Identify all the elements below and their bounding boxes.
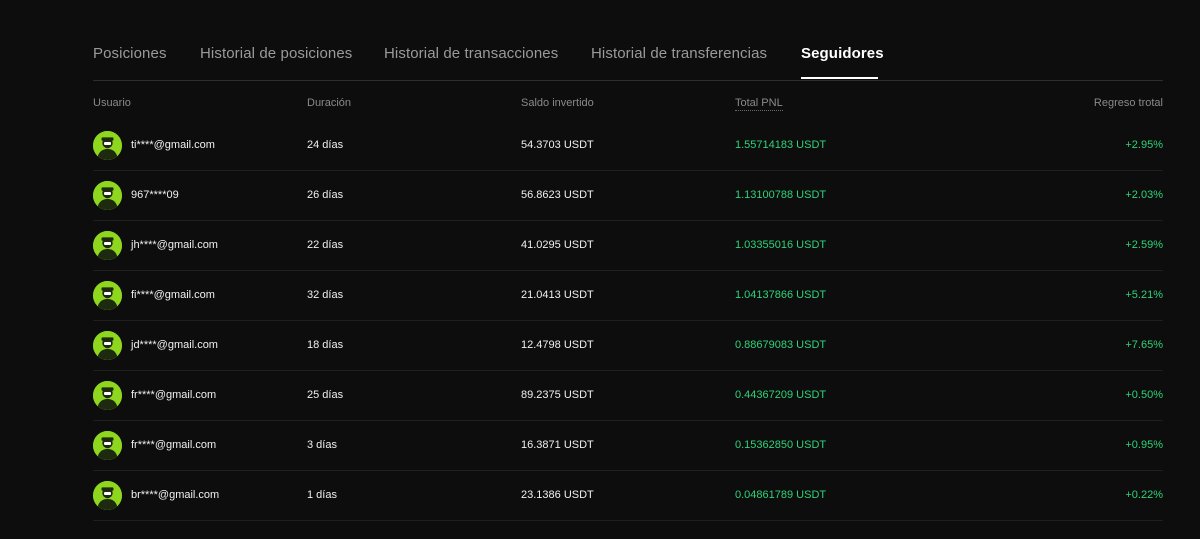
table-body: ti****@gmail.com 24 días 54.3703 USDT 1.… bbox=[93, 121, 1163, 521]
user-avatar-icon bbox=[93, 281, 122, 310]
tab-posiciones[interactable]: Posiciones bbox=[93, 45, 167, 62]
table-row: fr****@gmail.com 25 días 89.2375 USDT 0.… bbox=[93, 371, 1163, 421]
cell-user: jd****@gmail.com bbox=[131, 339, 218, 351]
user-avatar-icon bbox=[93, 481, 122, 510]
cell-balance: 23.1386 USDT bbox=[521, 489, 594, 501]
cell-duration: 1 días bbox=[307, 489, 337, 501]
cell-pnl: 0.15362850 USDT bbox=[735, 439, 827, 451]
active-tab-indicator bbox=[801, 77, 878, 79]
cell-balance: 56.8623 USDT bbox=[521, 189, 594, 201]
table-row: br****@gmail.com 1 días 23.1386 USDT 0.0… bbox=[93, 471, 1163, 521]
tab-historial-transferencias[interactable]: Historial de transferencias bbox=[591, 45, 767, 62]
table-row: ti****@gmail.com 24 días 54.3703 USDT 1.… bbox=[93, 121, 1163, 171]
table-row: fr****@gmail.com 3 días 16.3871 USDT 0.1… bbox=[93, 421, 1163, 471]
column-header-regreso: Regreso trotal bbox=[1093, 97, 1163, 109]
cell-return: +7.65% bbox=[1125, 339, 1163, 351]
cell-duration: 24 días bbox=[307, 139, 344, 151]
cell-duration: 26 días bbox=[307, 189, 344, 201]
table-row: 967****09 26 días 56.8623 USDT 1.1310078… bbox=[93, 171, 1163, 221]
cell-pnl: 1.04137866 USDT bbox=[735, 289, 827, 301]
tab-bar: Posiciones Historial de posiciones Histo… bbox=[93, 0, 1163, 81]
user-avatar-icon bbox=[93, 431, 122, 460]
cell-user: fr****@gmail.com bbox=[131, 439, 217, 451]
table-header: Usuario Duración Saldo invertido Total P… bbox=[93, 81, 1163, 121]
cell-balance: 41.0295 USDT bbox=[521, 239, 594, 251]
table-row: fi****@gmail.com 32 días 21.0413 USDT 1.… bbox=[93, 271, 1163, 321]
table-row: jh****@gmail.com 22 días 41.0295 USDT 1.… bbox=[93, 221, 1163, 271]
cell-return: +5.21% bbox=[1125, 289, 1163, 301]
cell-balance: 16.3871 USDT bbox=[521, 439, 594, 451]
cell-duration: 25 días bbox=[307, 389, 344, 401]
cell-pnl: 0.88679083 USDT bbox=[735, 339, 827, 351]
column-header-saldo: Saldo invertido bbox=[521, 97, 594, 109]
user-avatar-icon bbox=[93, 181, 122, 210]
cell-user: br****@gmail.com bbox=[131, 489, 220, 501]
followers-panel: Posiciones Historial de posiciones Histo… bbox=[93, 0, 1163, 521]
cell-balance: 54.3703 USDT bbox=[521, 139, 594, 151]
cell-pnl: 1.13100788 USDT bbox=[735, 189, 827, 201]
cell-balance: 12.4798 USDT bbox=[521, 339, 594, 351]
tab-historial-transacciones[interactable]: Historial de transacciones bbox=[384, 45, 558, 62]
cell-return: +2.03% bbox=[1125, 189, 1163, 201]
user-avatar-icon bbox=[93, 131, 122, 160]
cell-user: jh****@gmail.com bbox=[131, 239, 218, 251]
cell-pnl: 1.55714183 USDT bbox=[735, 139, 827, 151]
cell-return: +0.50% bbox=[1125, 389, 1163, 401]
tab-seguidores[interactable]: Seguidores bbox=[801, 45, 884, 62]
cell-return: +2.59% bbox=[1125, 239, 1163, 251]
column-header-total-pnl[interactable]: Total PNL bbox=[735, 97, 783, 111]
user-avatar-icon bbox=[93, 331, 122, 360]
cell-duration: 32 días bbox=[307, 289, 344, 301]
tab-historial-posiciones[interactable]: Historial de posiciones bbox=[200, 45, 352, 62]
cell-pnl: 0.44367209 USDT bbox=[735, 389, 827, 401]
table-row: jd****@gmail.com 18 días 12.4798 USDT 0.… bbox=[93, 321, 1163, 371]
cell-return: +0.22% bbox=[1125, 489, 1163, 501]
cell-pnl: 1.03355016 USDT bbox=[735, 239, 827, 251]
cell-user: fr****@gmail.com bbox=[131, 389, 217, 401]
cell-user: 967****09 bbox=[131, 189, 179, 201]
cell-return: +0.95% bbox=[1125, 439, 1163, 451]
column-header-duracion: Duración bbox=[307, 97, 352, 109]
cell-balance: 21.0413 USDT bbox=[521, 289, 594, 301]
column-header-usuario: Usuario bbox=[93, 97, 131, 109]
cell-user: fi****@gmail.com bbox=[131, 289, 215, 301]
cell-user: ti****@gmail.com bbox=[131, 139, 215, 151]
user-avatar-icon bbox=[93, 381, 122, 410]
cell-return: +2.95% bbox=[1125, 139, 1163, 151]
cell-pnl: 0.04861789 USDT bbox=[735, 489, 827, 501]
cell-duration: 18 días bbox=[307, 339, 344, 351]
cell-duration: 3 días bbox=[307, 439, 337, 451]
cell-duration: 22 días bbox=[307, 239, 344, 251]
cell-balance: 89.2375 USDT bbox=[521, 389, 594, 401]
user-avatar-icon bbox=[93, 231, 122, 260]
